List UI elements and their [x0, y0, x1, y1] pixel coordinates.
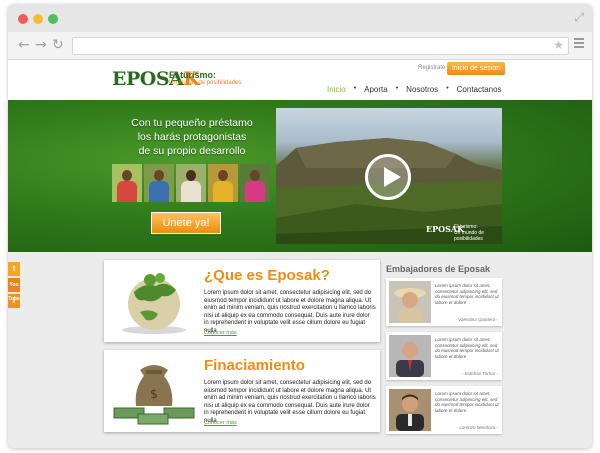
register-link[interactable]: Registrate [418, 65, 445, 71]
ambassador-quote: Lorem ipsum dolor sit amet, consectetur … [435, 337, 499, 359]
join-button[interactable]: Unete ya! [151, 212, 221, 234]
forward-arrow-icon[interactable]: → [35, 37, 47, 53]
ambassador-name: - Esteban Torbar - [461, 371, 498, 376]
close-window-button[interactable] [18, 14, 28, 24]
card-text: Lorem ipsum dolor sit amet, consectetur … [204, 290, 376, 334]
nav-item-aporta[interactable]: Aporta [364, 85, 388, 94]
site-header: EPOSAK El turismo: Un mundo de posibilid… [8, 60, 592, 100]
video-watermark-tagline: El turismo: Un mundo de posibilidades [454, 224, 485, 242]
hero-line-2: los harás protagonistas [137, 131, 247, 143]
ambassador-photo [389, 389, 431, 431]
info-card-financiamiento: $ Finaciamiento Lorem ipsum dolor sit am… [104, 350, 380, 432]
green-globe-image [122, 273, 186, 334]
nav-separator: • [446, 85, 449, 92]
back-arrow-icon[interactable]: ← [18, 37, 30, 53]
maximize-window-button[interactable] [48, 14, 58, 24]
nav-item-contactanos[interactable]: Contactanos [457, 85, 502, 94]
portrait-photo [176, 164, 206, 202]
ambassador-photo [389, 281, 431, 323]
card-read-more-link[interactable]: Conocer más [204, 420, 237, 426]
ambassador-name: - Lorenzo Mendoza - [456, 425, 498, 430]
nav-item-nosotros[interactable]: Nosotros [406, 85, 438, 94]
youtube-icon[interactable]: You Tube [8, 278, 20, 302]
ambassador-quote: Lorem ipsum dolor sit amet, consectetur … [435, 391, 499, 413]
portrait-photo [112, 164, 142, 202]
ambassador-card[interactable]: Lorem ipsum dolor sit amet, consectetur … [386, 386, 502, 434]
page-viewport: EPOSAK El turismo: Un mundo de posibilid… [8, 60, 592, 448]
ambassador-photo [389, 335, 431, 377]
ambassador-card[interactable]: Lorem ipsum dolor sit amet, consectetur … [386, 332, 502, 380]
hero-banner: Con tu pequeño préstamo los harás protag… [8, 100, 592, 252]
card-text: Lorem ipsum dolor sit amet, consectetur … [204, 380, 376, 424]
card-title: ¿Que es Eposak? [204, 267, 330, 284]
ambassadors-heading: Embajadores de Eposak [386, 264, 491, 274]
minimize-window-button[interactable] [33, 14, 43, 24]
tagline-title: El turismo: [169, 70, 217, 80]
nav-item-inicio[interactable]: Inicio [327, 85, 346, 94]
nav-separator: • [395, 85, 399, 92]
social-sidebar: t You Tube f [8, 262, 20, 310]
address-bar[interactable]: ★ [72, 37, 569, 55]
play-icon[interactable] [365, 154, 411, 200]
hero-line-1: Con tu pequeño préstamo [131, 117, 253, 129]
svg-text:$: $ [150, 387, 158, 401]
card-read-more-link[interactable]: Conocer más [204, 330, 237, 336]
portrait-photo [144, 164, 174, 202]
reload-icon[interactable]: ↻ [52, 37, 64, 53]
login-button[interactable]: Inicio de sesion [447, 62, 505, 75]
fullscreen-icon[interactable]: ⤢ [574, 10, 584, 25]
browser-window: ⤢ ← → ↻ ★ EPOSAK El turismo: Un mundo de… [8, 4, 592, 448]
info-card-que-es: ¿Que es Eposak? Lorem ipsum dolor sit am… [104, 260, 380, 342]
hero-headline: Con tu pequeño préstamo los harás protag… [112, 116, 272, 158]
twitter-icon[interactable]: t [8, 262, 20, 276]
browser-titlebar: ⤢ [8, 4, 592, 32]
site-tagline: El turismo: Un mundo de posibilidades [169, 70, 241, 86]
money-bag-image: $ [113, 365, 195, 425]
bookmark-star-icon[interactable]: ★ [553, 38, 564, 52]
ambassador-card[interactable]: Lorem ipsum dolor sit amet, consectetur … [386, 278, 502, 326]
browser-menu-icon[interactable] [574, 38, 584, 50]
hero-line-3: de su propio desarrollo [138, 145, 246, 157]
ambassador-quote: Lorem ipsum dolor sit amet, consectetur … [435, 283, 499, 305]
card-title: Finaciamiento [204, 357, 305, 374]
main-nav: Inicio • Aporta • Nosotros • Contactanos [327, 85, 502, 94]
tagline-subtitle: Un mundo de posibilidades [169, 80, 242, 86]
browser-toolbar: ← → ↻ ★ [8, 32, 592, 60]
ambassador-name: - Valentina Quintero - [455, 317, 498, 322]
portrait-photo [240, 164, 270, 202]
nav-separator: • [353, 85, 357, 92]
video-player[interactable]: EPOSAK El turismo: Un mundo de posibilid… [276, 108, 502, 244]
portrait-photo [208, 164, 238, 202]
photo-strip [112, 164, 270, 202]
